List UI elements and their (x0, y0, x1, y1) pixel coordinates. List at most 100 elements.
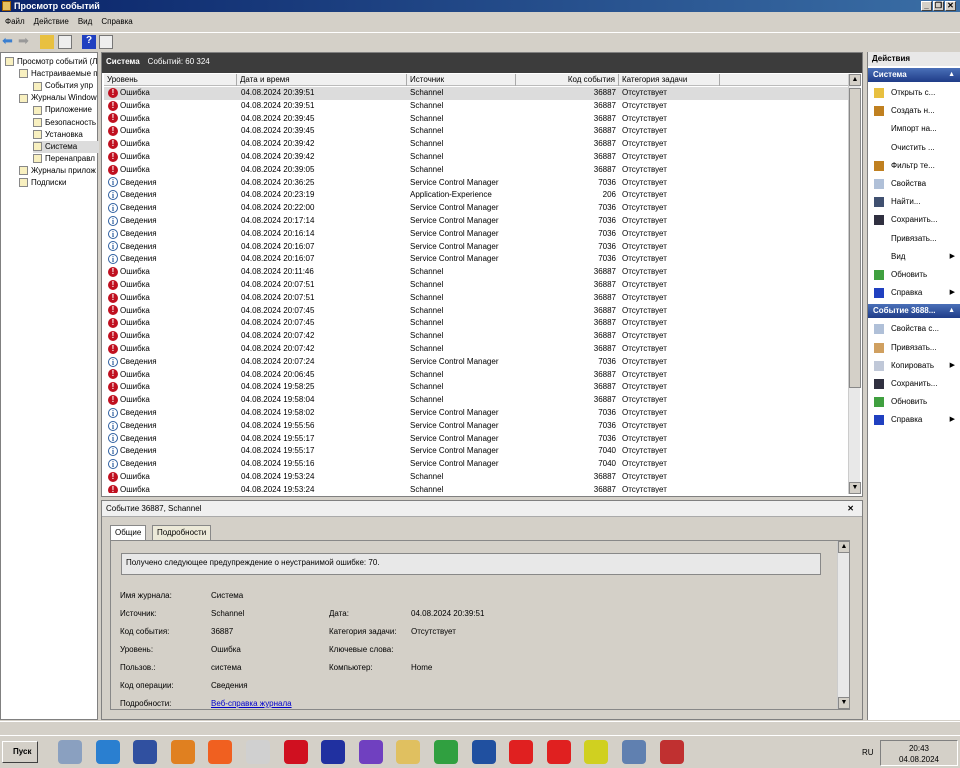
event-row[interactable]: i Сведения 04.08.2024 19:55:17 Service Cont… (104, 433, 848, 446)
action-item[interactable]: Импорт на... (868, 120, 960, 138)
event-row[interactable]: ! Ошибка 04.08.2024 20:07:42 Schannel Отсутс… (104, 343, 848, 356)
tree-item[interactable]: Система (33, 140, 99, 153)
start-button[interactable]: Пуск (2, 741, 38, 763)
event-row[interactable]: i Сведения 04.08.2024 20:07:24 Service Cont… (104, 356, 848, 369)
scroll-thumb[interactable] (849, 88, 861, 388)
action-item[interactable]: Открыть с... (868, 84, 960, 102)
event-row[interactable]: i Сведения 04.08.2024 20:22:00 Service Cont… (104, 202, 848, 215)
event-row[interactable]: ! Ошибка 04.08.2024 20:39:05 Schannel Отсутс… (104, 164, 848, 177)
column-source[interactable]: Источник (407, 74, 516, 86)
action-item[interactable]: Свойства (868, 175, 960, 193)
up-folder-icon[interactable] (40, 35, 54, 49)
action-item[interactable]: Сохранить... (868, 211, 960, 229)
scroll-down-button[interactable]: ▼ (849, 482, 861, 494)
action-item[interactable]: Привязать... (868, 230, 960, 248)
tree-item[interactable]: Подписки (19, 177, 99, 189)
event-row[interactable]: ! Ошибка 04.08.2024 20:07:45 Schannel Отсутс… (104, 305, 848, 318)
action-item[interactable]: Обновить (868, 266, 960, 284)
event-row[interactable]: ! Ошибка 04.08.2024 20:07:51 Schannel Отсутс… (104, 292, 848, 305)
tree-item[interactable]: Журналы прилож (19, 165, 99, 177)
tree-item[interactable]: Перенаправл (33, 153, 99, 165)
event-row[interactable]: i Сведения 04.08.2024 19:55:17 Service Cont… (104, 445, 848, 458)
collapse-icon[interactable]: ▲ (948, 68, 955, 82)
tree-item[interactable]: Просмотр событий (Л (5, 56, 99, 68)
system-clock[interactable]: 20:43 04.08.2024 (880, 740, 958, 766)
value-more[interactable]: Веб-справка журнала (211, 699, 292, 708)
menu-view[interactable]: Вид (78, 17, 92, 26)
floppy-save-icon[interactable] (321, 740, 346, 764)
event-row[interactable]: i Сведения 04.08.2024 20:17:14 Service Cont… (104, 215, 848, 228)
close-detail-icon[interactable]: ✕ (847, 501, 854, 517)
java-icon[interactable] (246, 740, 270, 764)
tree-item[interactable]: Настраиваемые п (19, 68, 99, 80)
column-task-category[interactable]: Категория задачи (619, 74, 720, 86)
column-event-id[interactable]: Код события (516, 74, 619, 86)
event-row[interactable]: ! Ошибка 04.08.2024 20:39:42 Schannel Отсутс… (104, 138, 848, 151)
action-item[interactable]: Копировать ▶ (868, 357, 960, 375)
forward-icon[interactable]: ➡ (18, 34, 32, 49)
action-item[interactable]: Вид ▶ (868, 248, 960, 266)
tree-item[interactable]: Установка (33, 129, 99, 141)
yandex-browser-icon[interactable] (546, 740, 571, 764)
event-row[interactable]: ! Ошибка 04.08.2024 19:58:04 Schannel Отсутс… (104, 394, 848, 407)
calculator-icon[interactable] (58, 740, 82, 764)
paint-icon[interactable] (133, 740, 158, 764)
event-row[interactable]: ! Ошибка 04.08.2024 20:07:42 Schannel Отсутс… (104, 330, 848, 343)
action-item[interactable]: Очистить ... (868, 139, 960, 157)
event-row[interactable]: ! Ошибка 04.08.2024 20:39:51 Schannel Отсутс… (104, 87, 848, 100)
tree-item[interactable]: Безопасность (33, 117, 99, 129)
action-item[interactable]: Фильтр те... (868, 157, 960, 175)
opera-icon[interactable] (283, 740, 308, 764)
event-row[interactable]: ! Ошибка 04.08.2024 20:39:45 Schannel Отсутс… (104, 125, 848, 138)
scrollbar-vertical[interactable]: ▲ ▼ (848, 74, 861, 494)
event-row[interactable]: i Сведения 04.08.2024 19:55:16 Service Cont… (104, 458, 848, 471)
chrome-icon[interactable] (434, 740, 458, 764)
check-app-icon[interactable] (584, 740, 609, 764)
tree-item[interactable]: Приложение (33, 104, 99, 116)
detail-scrollbar[interactable]: ▲ ▼ (837, 541, 850, 709)
collapse-icon[interactable]: ▲ (948, 304, 955, 318)
viber-icon[interactable] (358, 740, 383, 764)
restore-button[interactable]: ❐ (933, 1, 944, 11)
event-row[interactable]: i Сведения 04.08.2024 20:23:19 Application-… (104, 189, 848, 202)
event-row[interactable]: ! Ошибка 04.08.2024 20:39:42 Schannel Отсутс… (104, 151, 848, 164)
media-player-icon[interactable] (170, 740, 195, 764)
event-row[interactable]: i Сведения 04.08.2024 19:58:02 Service Cont… (104, 407, 848, 420)
menu-file[interactable]: Файл (5, 17, 25, 26)
event-row[interactable]: i Сведения 04.08.2024 20:16:07 Service Cont… (104, 253, 848, 266)
menu-help[interactable]: Справка (101, 17, 132, 26)
actions-section-header[interactable]: Событие 3688... ▲ (868, 304, 960, 319)
action-item[interactable]: Найти... (868, 193, 960, 211)
action-item[interactable]: Обновить (868, 393, 960, 411)
yandex-icon[interactable] (509, 740, 534, 764)
event-row[interactable]: ! Ошибка 04.08.2024 20:39:51 Schannel Отсутс… (104, 100, 848, 113)
scroll-down-button[interactable]: ▼ (838, 697, 850, 709)
language-indicator[interactable]: RU (862, 748, 874, 757)
close-button[interactable]: ✕ (945, 1, 956, 11)
action-item[interactable]: Справка ▶ (868, 411, 960, 429)
column-level[interactable]: Уровень (104, 74, 237, 86)
scroll-up-button[interactable]: ▲ (838, 541, 850, 553)
actions-section-header[interactable]: Система ▲ (868, 68, 960, 82)
action-item[interactable]: Привязать... (868, 339, 960, 357)
tab-general[interactable]: Общие (110, 525, 147, 540)
minimize-button[interactable]: _ (921, 1, 932, 11)
event-row[interactable]: ! Ошибка 04.08.2024 20:07:51 Schannel Отсутс… (104, 279, 848, 292)
event-row[interactable]: ! Ошибка 04.08.2024 20:06:45 Schannel Отсутс… (104, 369, 848, 382)
control-panel-icon[interactable] (622, 740, 646, 764)
tree-item[interactable]: События упр (33, 80, 99, 92)
tree-item[interactable]: Журналы Window (19, 92, 99, 104)
event-row[interactable]: ! Ошибка 04.08.2024 20:07:45 Schannel Отсутс… (104, 317, 848, 330)
event-row[interactable]: i Сведения 04.08.2024 20:16:14 Service Cont… (104, 228, 848, 241)
event-row[interactable]: i Сведения 04.08.2024 19:55:56 Service Cont… (104, 420, 848, 433)
back-icon[interactable]: ⬅ (2, 34, 16, 49)
scroll-up-button[interactable]: ▲ (849, 74, 861, 86)
event-row[interactable]: ! Ошибка 04.08.2024 20:11:46 Schannel Отсутс… (104, 266, 848, 279)
column-datetime[interactable]: Дата и время (237, 74, 407, 86)
event-row[interactable]: ! Ошибка 04.08.2024 20:39:45 Schannel Отсутс… (104, 113, 848, 126)
event-row[interactable]: ! Ошибка 04.08.2024 19:53:24 Schannel Отсутс… (104, 484, 848, 493)
action-item[interactable]: Сохранить... (868, 375, 960, 393)
action-item[interactable]: Справка ▶ (868, 284, 960, 302)
event-row[interactable]: ! Ошибка 04.08.2024 19:58:25 Schannel Отсутс… (104, 381, 848, 394)
event-row[interactable]: i Сведения 04.08.2024 20:16:07 Service Cont… (104, 241, 848, 254)
